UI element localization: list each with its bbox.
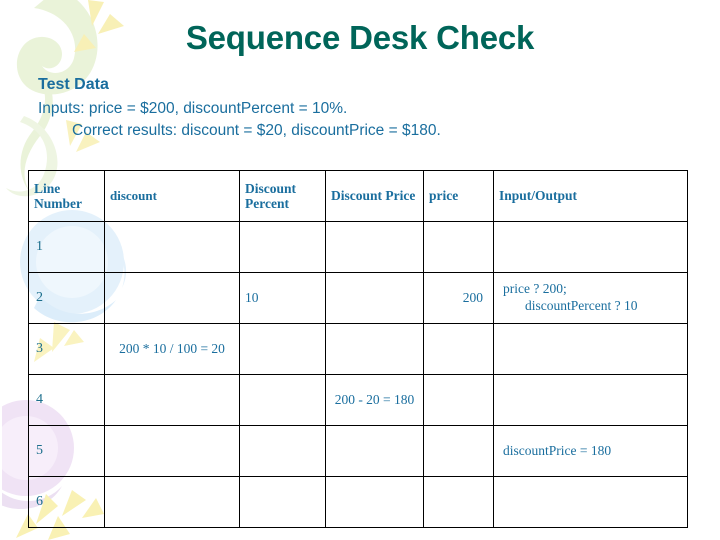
table-row: 2 10 200 price ? 200; discountPercent ? … <box>28 272 688 324</box>
io-line-1: price ? 200; <box>503 281 567 297</box>
cell-discount-percent <box>239 425 326 477</box>
cell-price <box>423 425 494 477</box>
cell-line-number: 3 <box>28 323 105 375</box>
table-row: 4 200 - 20 = 180 <box>28 374 688 426</box>
cell-price <box>423 323 494 375</box>
cell-discount <box>104 374 240 426</box>
cell-discount <box>104 272 240 324</box>
io-line-2: discountPercent ? 10 <box>525 298 638 313</box>
cell-discount <box>104 221 240 273</box>
column-header-price: price <box>423 170 494 222</box>
column-header-input-output: Input/Output <box>493 170 688 222</box>
cell-line-number: 4 <box>28 374 105 426</box>
cell-line-number: 5 <box>28 425 105 477</box>
cell-discount-price <box>325 272 424 324</box>
page-title: Sequence Desk Check <box>185 19 535 56</box>
cell-discount-percent <box>239 374 326 426</box>
column-header-discount: discount <box>104 170 240 222</box>
table-row: 5 discountPrice = 180 <box>28 425 688 477</box>
io-line-1: discountPrice = 180 <box>503 442 612 458</box>
table-row: 3 200 * 10 / 100 = 20 <box>28 323 688 375</box>
cell-input-output: price ? 200; discountPercent ? 10 <box>493 272 688 324</box>
cell-line-number: 2 <box>28 272 105 324</box>
cell-input-output: discountPrice = 180 <box>493 425 688 477</box>
table-row: 6 <box>28 476 688 528</box>
cell-discount <box>104 476 240 528</box>
cell-line-number: 1 <box>28 221 105 273</box>
cell-discount-percent: 10 <box>239 272 326 324</box>
cell-discount-price: 200 - 20 = 180 <box>325 374 424 426</box>
cell-input-output <box>493 476 688 528</box>
table-row: 1 <box>28 221 688 273</box>
cell-price: 200 <box>423 272 494 324</box>
test-data-block: Test Data Inputs: price = $200, discount… <box>38 74 688 143</box>
correct-results-line: Correct results: discount = $20, discoun… <box>72 122 441 140</box>
cell-price <box>423 374 494 426</box>
table-header-row: Line Number discount Discount Percent Di… <box>28 170 688 222</box>
test-data-heading: Test Data <box>38 76 109 93</box>
cell-discount-price <box>325 221 424 273</box>
cell-line-number: 6 <box>28 476 105 528</box>
column-header-line-number: Line Number <box>28 170 105 222</box>
cell-price <box>423 476 494 528</box>
cell-discount-percent <box>239 323 326 375</box>
inputs-line: Inputs: price = $200, discountPercent = … <box>38 99 348 117</box>
cell-input-output <box>493 323 688 375</box>
cell-price <box>423 221 494 273</box>
cell-discount-percent <box>239 221 326 273</box>
cell-discount <box>104 425 240 477</box>
cell-input-output <box>493 221 688 273</box>
slide-canvas: Sequence Desk Check Test Data Inputs: pr… <box>0 0 720 540</box>
cell-discount-price <box>325 476 424 528</box>
desk-check-table: Line Number discount Discount Percent Di… <box>28 170 688 528</box>
cell-discount-percent <box>239 476 326 528</box>
cell-input-output <box>493 374 688 426</box>
cell-discount-price <box>325 425 424 477</box>
column-header-discount-price: Discount Price <box>325 170 424 222</box>
cell-discount: 200 * 10 / 100 = 20 <box>104 323 240 375</box>
column-header-discount-percent: Discount Percent <box>239 170 326 222</box>
cell-discount-price <box>325 323 424 375</box>
